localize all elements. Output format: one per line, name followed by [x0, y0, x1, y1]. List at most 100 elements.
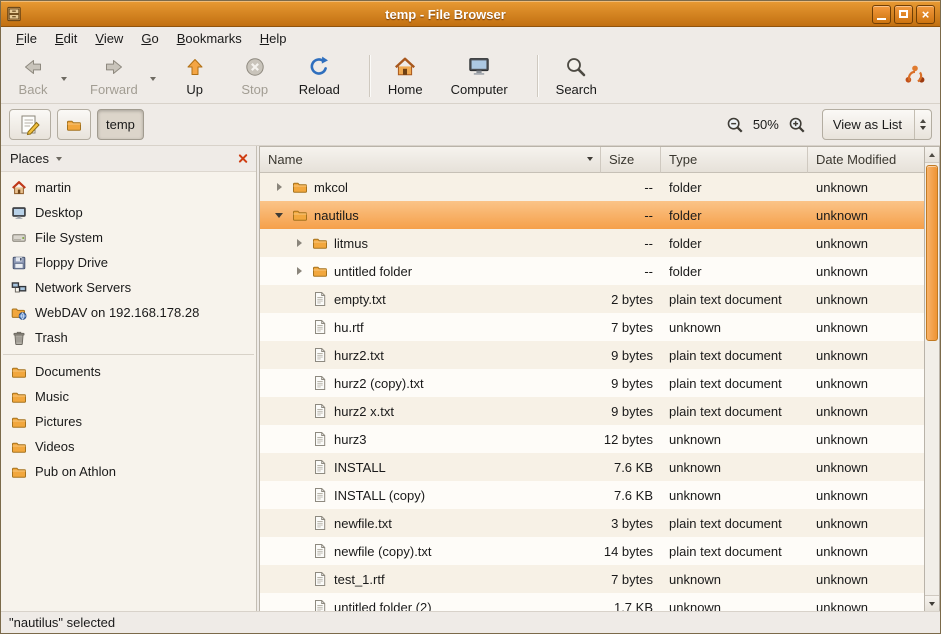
file-name: test_1.rtf: [334, 572, 385, 587]
places-title: Places: [10, 151, 49, 166]
place-file-system[interactable]: File System: [1, 225, 256, 250]
place-pictures[interactable]: Pictures: [1, 409, 256, 434]
search-button[interactable]: Search: [548, 52, 605, 100]
file-row[interactable]: nautilus--folderunknown: [260, 201, 924, 229]
place-label: Pictures: [35, 414, 82, 429]
column-header-name[interactable]: Name: [260, 147, 601, 173]
menu-item-bookmarks[interactable]: Bookmarks: [168, 29, 251, 48]
file-row[interactable]: mkcol--folderunknown: [260, 173, 924, 201]
arrow-up-icon: [920, 119, 926, 123]
scrollbar-thumb[interactable]: [926, 165, 938, 341]
file-row[interactable]: untitled folder (2)1.7 KBunknownunknown: [260, 593, 924, 611]
view-as-select[interactable]: View as List: [822, 109, 932, 140]
file-name: hurz2 x.txt: [334, 404, 394, 419]
text-file-icon: [312, 431, 328, 447]
edit-location-button[interactable]: [9, 109, 51, 140]
filesystem-icon: [11, 230, 27, 246]
list-header: Name Size TypeDate Modified: [260, 147, 924, 173]
titlebar[interactable]: temp - File Browser ×: [1, 1, 940, 27]
desktop-icon: [11, 205, 27, 221]
column-label: Size: [609, 152, 634, 167]
place-label: Trash: [35, 330, 68, 345]
close-button[interactable]: ×: [916, 5, 935, 24]
scroll-up-button[interactable]: [925, 147, 939, 163]
up-button[interactable]: Up: [171, 52, 219, 100]
minimize-button[interactable]: [872, 5, 891, 24]
place-martin[interactable]: martin: [1, 175, 256, 200]
sidebar-close-button[interactable]: [235, 151, 251, 167]
maximize-button[interactable]: [894, 5, 913, 24]
zoom-out-icon[interactable]: [726, 116, 744, 134]
back-icon: [21, 55, 45, 79]
window-icon: [6, 6, 22, 22]
file-row[interactable]: hurz312 bytesunknownunknown: [260, 425, 924, 453]
scroll-down-button[interactable]: [925, 595, 939, 611]
file-size: 7 bytes: [601, 320, 661, 335]
column-header-date-modified[interactable]: Date Modified: [808, 147, 924, 173]
file-size: 7.6 KB: [601, 488, 661, 503]
file-row[interactable]: newfile.txt3 bytesplain text documentunk…: [260, 509, 924, 537]
computer-button[interactable]: Computer: [443, 52, 516, 100]
file-type: unknown: [661, 600, 808, 612]
place-webdav-on-192-168-178-28[interactable]: WebDAV on 192.168.178.28: [1, 300, 256, 325]
file-row[interactable]: test_1.rtf7 bytesunknownunknown: [260, 565, 924, 593]
file-row[interactable]: hurz2 x.txt9 bytesplain text documentunk…: [260, 397, 924, 425]
file-type: plain text document: [661, 544, 808, 559]
file-row[interactable]: hurz2.txt9 bytesplain text documentunkno…: [260, 341, 924, 369]
folder-icon: [11, 439, 27, 455]
place-floppy-drive[interactable]: Floppy Drive: [1, 250, 256, 275]
sort-descending-icon: [587, 157, 593, 161]
place-network-servers[interactable]: Network Servers: [1, 275, 256, 300]
place-videos[interactable]: Videos: [1, 434, 256, 459]
folder-icon: [312, 235, 328, 251]
home-button[interactable]: Home: [380, 52, 431, 100]
file-date: unknown: [808, 572, 924, 587]
file-row[interactable]: newfile (copy).txt14 bytesplain text doc…: [260, 537, 924, 565]
place-documents[interactable]: Documents: [1, 359, 256, 384]
vertical-scrollbar[interactable]: [924, 147, 939, 611]
place-pub-on-athlon[interactable]: Pub on Athlon: [1, 459, 256, 484]
place-label: martin: [35, 180, 71, 195]
places-header: Places: [1, 146, 256, 172]
stop-button: Stop: [231, 52, 279, 100]
column-header-size[interactable]: Size: [601, 147, 661, 173]
menu-item-help[interactable]: Help: [251, 29, 296, 48]
file-size: 14 bytes: [601, 544, 661, 559]
file-row[interactable]: litmus--folderunknown: [260, 229, 924, 257]
file-date: unknown: [808, 180, 924, 195]
column-header-type[interactable]: Type: [661, 147, 808, 173]
file-row[interactable]: INSTALL7.6 KBunknownunknown: [260, 453, 924, 481]
reload-button[interactable]: Reload: [291, 52, 348, 100]
folder-icon: [11, 389, 27, 405]
file-row[interactable]: untitled folder--folderunknown: [260, 257, 924, 285]
up-label: Up: [186, 82, 203, 97]
search-label: Search: [556, 82, 597, 97]
expander-open-icon[interactable]: [272, 213, 286, 218]
menu-item-edit[interactable]: Edit: [46, 29, 86, 48]
location-bar: temp 50% View as List: [1, 104, 940, 146]
file-row[interactable]: hurz2 (copy).txt9 bytesplain text docume…: [260, 369, 924, 397]
back-history-dropdown[interactable]: [58, 67, 70, 86]
place-trash[interactable]: Trash: [1, 325, 256, 350]
file-name: hurz2.txt: [334, 348, 384, 363]
file-row[interactable]: hu.rtf7 bytesunknownunknown: [260, 313, 924, 341]
home-folder-icon: [11, 180, 27, 196]
file-name: hurz3: [334, 432, 367, 447]
file-name: nautilus: [314, 208, 359, 223]
forward-history-dropdown[interactable]: [147, 67, 159, 86]
file-row[interactable]: INSTALL (copy)7.6 KBunknownunknown: [260, 481, 924, 509]
expander-closed-icon[interactable]: [292, 239, 306, 247]
root-path-button[interactable]: [57, 109, 91, 140]
menu-item-go[interactable]: Go: [132, 29, 167, 48]
zoom-in-icon[interactable]: [788, 116, 806, 134]
file-name: newfile.txt: [334, 516, 392, 531]
place-desktop[interactable]: Desktop: [1, 200, 256, 225]
expander-closed-icon[interactable]: [292, 267, 306, 275]
menu-item-file[interactable]: File: [7, 29, 46, 48]
file-row[interactable]: empty.txt2 bytesplain text documentunkno…: [260, 285, 924, 313]
expander-closed-icon[interactable]: [272, 183, 286, 191]
place-music[interactable]: Music: [1, 384, 256, 409]
places-menu-button[interactable]: Places: [10, 151, 62, 166]
menu-item-view[interactable]: View: [86, 29, 132, 48]
path-button-temp[interactable]: temp: [97, 109, 144, 140]
